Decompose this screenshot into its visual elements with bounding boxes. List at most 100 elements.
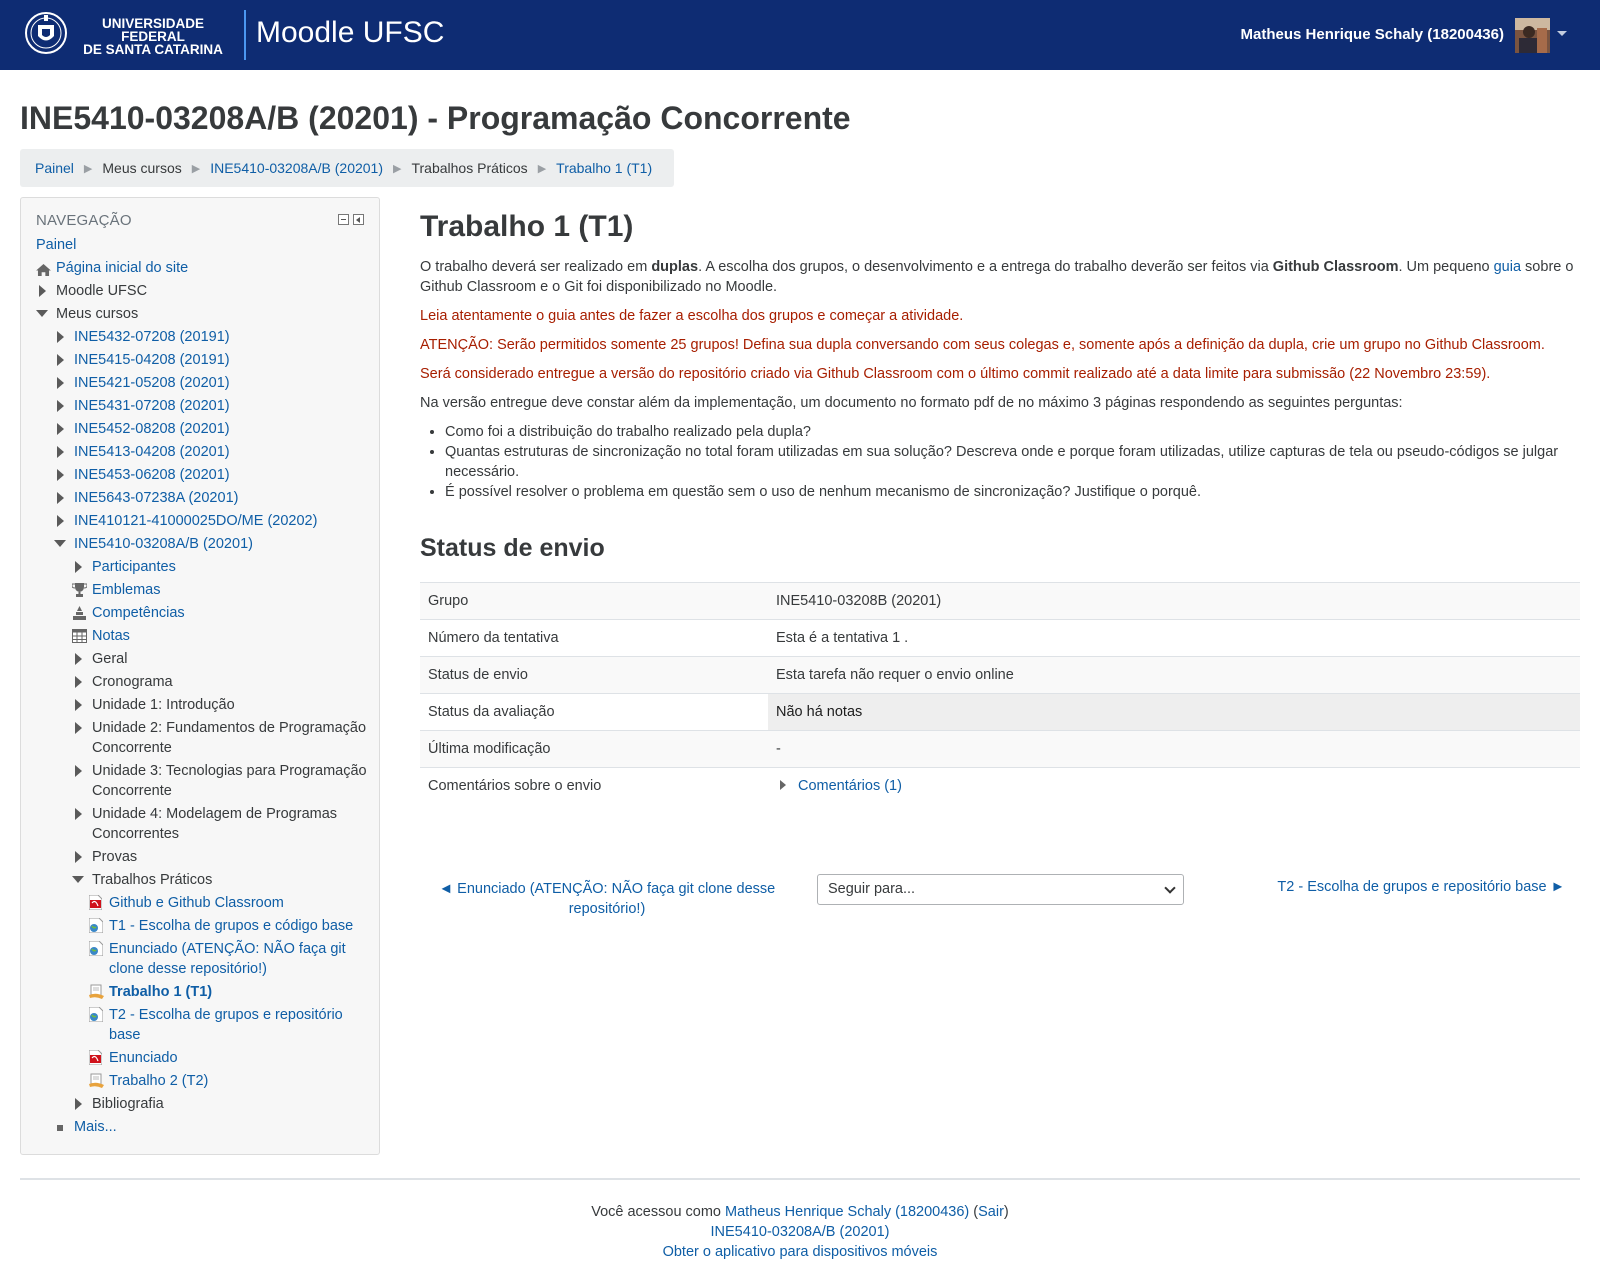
- sidebar-item[interactable]: Participantes: [21, 555, 381, 578]
- mobile-app-link[interactable]: Obter o aplicativo para dispositivos móv…: [663, 1244, 938, 1260]
- collapse-icon[interactable]: [72, 876, 84, 883]
- expand-icon[interactable]: [75, 1098, 82, 1110]
- expand-icon[interactable]: [75, 653, 82, 665]
- sidebar-item[interactable]: Trabalhos Práticos: [21, 868, 381, 891]
- sidebar-item[interactable]: INE410121-41000025DO/ME (20202): [21, 509, 381, 532]
- expand-icon[interactable]: [75, 765, 82, 777]
- breadcrumb-item[interactable]: INE5410-03208A/B (20201): [210, 160, 383, 176]
- sidebar-item[interactable]: Emblemas: [21, 578, 381, 601]
- breadcrumb-item[interactable]: Trabalho 1 (T1): [556, 160, 652, 176]
- next-activity-link[interactable]: T2 - Escolha de grupos e repositório bas…: [1277, 879, 1565, 895]
- list-item: É possível resolver o problema em questã…: [445, 482, 1580, 502]
- expand-icon[interactable]: [57, 469, 64, 481]
- sidebar-item[interactable]: T1 - Escolha de grupos e código base: [21, 914, 381, 937]
- sidebar-item[interactable]: Trabalho 2 (T2): [21, 1069, 381, 1092]
- expand-icon[interactable]: [57, 423, 64, 435]
- sidebar-item[interactable]: INE5415-04208 (20191): [21, 348, 381, 371]
- expand-icon[interactable]: [75, 808, 82, 820]
- sidebar-item[interactable]: Trabalho 1 (T1): [21, 980, 381, 1003]
- guide-link[interactable]: guia: [1494, 259, 1521, 275]
- status-label: Comentários sobre o envio: [420, 767, 768, 805]
- sidebar-item[interactable]: INE5432-07208 (20191): [21, 325, 381, 348]
- status-label: Status da avaliação: [420, 693, 768, 731]
- assignment-icon: [89, 1073, 104, 1088]
- comments-link[interactable]: Comentários (1): [798, 778, 902, 794]
- status-value: Esta tarefa não requer o envio online: [768, 656, 1580, 694]
- activity-description: O trabalho deverá ser realizado em dupla…: [420, 257, 1580, 502]
- university-name: UNIVERSIDADE FEDERAL DE SANTA CATARINA: [83, 16, 223, 57]
- table-row: Número da tentativa Esta é a tentativa 1…: [420, 619, 1580, 657]
- expand-icon[interactable]: [75, 676, 82, 688]
- sidebar-item[interactable]: T2 - Escolha de grupos e repositório bas…: [21, 1003, 381, 1046]
- sidebar-item[interactable]: Geral: [21, 647, 381, 670]
- sidebar-item[interactable]: Unidade 3: Tecnologias para Programação …: [21, 759, 381, 802]
- sidebar-item[interactable]: Moodle UFSC: [21, 279, 381, 302]
- expand-comments-icon[interactable]: [780, 780, 786, 791]
- sidebar-item[interactable]: Unidade 2: Fundamentos de Programação Co…: [21, 716, 381, 759]
- sidebar-item[interactable]: INE5410-03208A/B (20201): [21, 532, 381, 555]
- expand-icon[interactable]: [57, 446, 64, 458]
- breadcrumb: Painel ▶ Meus cursos ▶ INE5410-03208A/B (202…: [20, 149, 674, 187]
- collapse-block-icon[interactable]: [338, 214, 349, 225]
- site-name[interactable]: Moodle UFSC: [256, 16, 444, 50]
- sidebar-item[interactable]: Bibliografia: [21, 1092, 381, 1115]
- dock-block-icon[interactable]: [353, 214, 364, 225]
- bullet-icon: [57, 1125, 63, 1131]
- sidebar-item[interactable]: Enunciado: [21, 1046, 381, 1069]
- sidebar-item[interactable]: Provas: [21, 845, 381, 868]
- previous-activity-link[interactable]: ◄ Enunciado (ATENÇÃO: NÃO faça git clone…: [437, 879, 777, 919]
- sidebar-item[interactable]: INE5453-06208 (20201): [21, 463, 381, 486]
- sidebar-item[interactable]: INE5431-07208 (20201): [21, 394, 381, 417]
- footer-user-link[interactable]: Matheus Henrique Schaly (18200436): [725, 1204, 969, 1220]
- footer-course-link[interactable]: INE5410-03208A/B (20201): [711, 1224, 890, 1240]
- sidebar-item[interactable]: Unidade 4: Modelagem de Programas Concor…: [21, 802, 381, 845]
- sidebar-item-label: T1 - Escolha de grupos e código base: [109, 918, 354, 934]
- expand-icon[interactable]: [75, 699, 82, 711]
- sidebar-item[interactable]: Competências: [21, 601, 381, 624]
- expand-icon[interactable]: [57, 331, 64, 343]
- expand-icon[interactable]: [57, 492, 64, 504]
- sidebar-item[interactable]: Unidade 1: Introdução: [21, 693, 381, 716]
- expand-icon[interactable]: [57, 354, 64, 366]
- sidebar-item-label: Notas: [92, 628, 130, 644]
- submission-status-table: Grupo INE5410-03208B (20201) Número da t…: [420, 582, 1580, 805]
- collapse-icon[interactable]: [54, 540, 66, 547]
- sidebar-item[interactable]: INE5452-08208 (20201): [21, 417, 381, 440]
- expand-icon[interactable]: [57, 515, 64, 527]
- sidebar-item[interactable]: Painel: [21, 233, 381, 256]
- home-icon: [36, 262, 51, 276]
- jump-to-select[interactable]: Seguir para...: [817, 874, 1184, 905]
- sidebar-item[interactable]: INE5413-04208 (20201): [21, 440, 381, 463]
- sidebar-item[interactable]: Github e Github Classroom: [21, 891, 381, 914]
- activity-title: Trabalho 1 (T1): [420, 210, 634, 243]
- sidebar-item[interactable]: INE5421-05208 (20201): [21, 371, 381, 394]
- logout-link[interactable]: Sair: [978, 1204, 1004, 1220]
- user-menu-name[interactable]: Matheus Henrique Schaly (18200436): [1241, 26, 1504, 43]
- collapse-icon[interactable]: [36, 310, 48, 317]
- grading-status-value: Não há notas: [768, 693, 1580, 731]
- expand-icon[interactable]: [57, 400, 64, 412]
- sidebar-item-label: Github e Github Classroom: [109, 895, 284, 911]
- user-avatar[interactable]: [1515, 18, 1550, 53]
- sidebar-item[interactable]: Enunciado (ATENÇÃO: NÃO faça git clone d…: [21, 937, 381, 980]
- sidebar-item[interactable]: INE5643-07238A (20201): [21, 486, 381, 509]
- top-navbar: UNIVERSIDADE FEDERAL DE SANTA CATARINA M…: [0, 0, 1600, 70]
- user-menu-caret-icon[interactable]: [1557, 31, 1567, 36]
- sidebar-item[interactable]: Página inicial do site: [21, 256, 381, 279]
- breadcrumb-item: Trabalhos Práticos: [411, 160, 528, 176]
- expand-icon[interactable]: [57, 377, 64, 389]
- sidebar-item[interactable]: Notas: [21, 624, 381, 647]
- expand-icon[interactable]: [75, 851, 82, 863]
- sidebar-item[interactable]: Mais...: [21, 1115, 381, 1138]
- sidebar-item-label: Bibliografia: [92, 1096, 164, 1112]
- breadcrumb-item[interactable]: Painel: [35, 160, 74, 176]
- sidebar-item-label: INE5415-04208 (20191): [74, 352, 230, 368]
- sidebar-item[interactable]: Meus cursos: [21, 302, 381, 325]
- status-value: -: [768, 730, 1580, 768]
- ufsc-crest-logo[interactable]: [24, 11, 68, 55]
- expand-icon[interactable]: [75, 561, 82, 573]
- sidebar-item[interactable]: Cronograma: [21, 670, 381, 693]
- status-value: INE5410-03208B (20201): [768, 582, 1580, 620]
- expand-icon[interactable]: [75, 722, 82, 734]
- expand-icon[interactable]: [39, 285, 46, 297]
